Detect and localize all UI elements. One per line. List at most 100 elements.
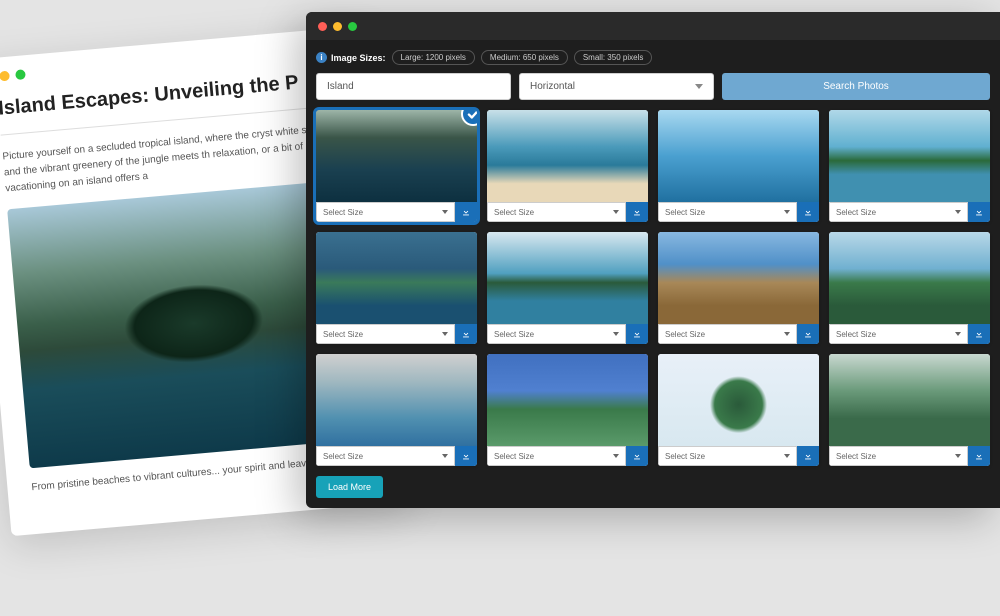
card-footer: Select Size — [829, 324, 990, 344]
chevron-down-icon — [695, 84, 703, 89]
card-footer: Select Size — [316, 324, 477, 344]
chevron-down-icon — [613, 210, 619, 214]
card-footer: Select Size — [658, 446, 819, 466]
size-select[interactable]: Select Size — [658, 202, 797, 222]
photo-thumbnail[interactable] — [658, 354, 819, 446]
card-footer: Select Size — [658, 324, 819, 344]
size-select[interactable]: Select Size — [316, 446, 455, 466]
size-select[interactable]: Select Size — [829, 324, 968, 344]
photo-thumbnail[interactable] — [829, 110, 990, 202]
download-button[interactable] — [797, 324, 819, 344]
size-select-label: Select Size — [494, 208, 534, 217]
size-select-label: Select Size — [665, 452, 705, 461]
size-pill-small[interactable]: Small: 350 pixels — [574, 50, 652, 65]
download-button[interactable] — [797, 202, 819, 222]
size-select[interactable]: Select Size — [829, 202, 968, 222]
chevron-down-icon — [955, 332, 961, 336]
download-button[interactable] — [797, 446, 819, 466]
photo-thumbnail[interactable] — [658, 232, 819, 324]
card-footer: Select Size — [829, 446, 990, 466]
card-footer: Select Size — [487, 446, 648, 466]
search-row: Horizontal Search Photos — [316, 73, 990, 100]
size-select-label: Select Size — [665, 330, 705, 339]
photo-card[interactable]: Select Size — [829, 110, 990, 222]
download-button[interactable] — [968, 324, 990, 344]
photo-thumbnail[interactable] — [829, 232, 990, 324]
photo-picker-window: i Image Sizes: Large: 1200 pixels Medium… — [306, 12, 1000, 508]
photo-thumbnail[interactable] — [316, 232, 477, 324]
chevron-down-icon — [784, 210, 790, 214]
photo-card[interactable]: Select Size — [829, 232, 990, 344]
photo-card[interactable]: Select Size — [829, 354, 990, 466]
photo-thumbnail[interactable] — [316, 110, 477, 202]
size-select[interactable]: Select Size — [487, 202, 626, 222]
size-select[interactable]: Select Size — [658, 446, 797, 466]
orientation-select[interactable]: Horizontal — [519, 73, 714, 100]
size-select-label: Select Size — [836, 452, 876, 461]
size-select-label: Select Size — [494, 452, 534, 461]
chevron-down-icon — [613, 332, 619, 336]
download-button[interactable] — [626, 446, 648, 466]
info-icon: i — [316, 52, 327, 63]
size-select[interactable]: Select Size — [829, 446, 968, 466]
size-select[interactable]: Select Size — [316, 324, 455, 344]
photo-thumbnail[interactable] — [829, 354, 990, 446]
photo-card[interactable]: Select Size — [487, 232, 648, 344]
photo-thumbnail[interactable] — [487, 354, 648, 446]
size-pill-large[interactable]: Large: 1200 pixels — [392, 50, 475, 65]
minimize-dot[interactable] — [333, 22, 342, 31]
size-select[interactable]: Select Size — [487, 446, 626, 466]
photo-card[interactable]: Select Size — [316, 110, 477, 222]
close-dot[interactable] — [318, 22, 327, 31]
maximize-dot[interactable] — [15, 69, 26, 80]
chevron-down-icon — [784, 454, 790, 458]
maximize-dot[interactable] — [348, 22, 357, 31]
size-select-label: Select Size — [323, 208, 363, 217]
photo-card[interactable]: Select Size — [487, 110, 648, 222]
size-select-label: Select Size — [494, 330, 534, 339]
minimize-dot[interactable] — [0, 71, 10, 82]
window-controls — [306, 12, 1000, 40]
card-footer: Select Size — [829, 202, 990, 222]
photo-card[interactable]: Select Size — [316, 354, 477, 466]
photo-card[interactable]: Select Size — [487, 354, 648, 466]
chevron-down-icon — [442, 332, 448, 336]
download-button[interactable] — [455, 324, 477, 344]
size-select-label: Select Size — [665, 208, 705, 217]
photo-card[interactable]: Select Size — [316, 232, 477, 344]
chevron-down-icon — [442, 210, 448, 214]
size-select-label: Select Size — [323, 452, 363, 461]
card-footer: Select Size — [316, 446, 477, 466]
card-footer: Select Size — [487, 202, 648, 222]
chevron-down-icon — [613, 454, 619, 458]
card-footer: Select Size — [316, 202, 477, 222]
photo-grid: Select Size Select Size Select Size Select … — [316, 110, 990, 466]
photo-card[interactable]: Select Size — [658, 110, 819, 222]
photo-card[interactable]: Select Size — [658, 232, 819, 344]
search-input[interactable] — [316, 73, 511, 100]
download-button[interactable] — [968, 202, 990, 222]
chevron-down-icon — [442, 454, 448, 458]
chevron-down-icon — [955, 210, 961, 214]
photo-thumbnail[interactable] — [316, 354, 477, 446]
search-photos-button[interactable]: Search Photos — [722, 73, 990, 100]
photo-thumbnail[interactable] — [487, 232, 648, 324]
download-button[interactable] — [455, 202, 477, 222]
photo-card[interactable]: Select Size — [658, 354, 819, 466]
download-button[interactable] — [626, 324, 648, 344]
download-button[interactable] — [968, 446, 990, 466]
photo-thumbnail[interactable] — [487, 110, 648, 202]
size-select[interactable]: Select Size — [316, 202, 455, 222]
download-button[interactable] — [626, 202, 648, 222]
image-sizes-label: i Image Sizes: — [316, 52, 386, 63]
size-select-label: Select Size — [836, 208, 876, 217]
card-footer: Select Size — [487, 324, 648, 344]
size-select[interactable]: Select Size — [658, 324, 797, 344]
photo-thumbnail[interactable] — [658, 110, 819, 202]
size-select[interactable]: Select Size — [487, 324, 626, 344]
download-button[interactable] — [455, 446, 477, 466]
size-select-label: Select Size — [836, 330, 876, 339]
size-pill-medium[interactable]: Medium: 650 pixels — [481, 50, 568, 65]
chevron-down-icon — [955, 454, 961, 458]
load-more-button[interactable]: Load More — [316, 476, 383, 498]
